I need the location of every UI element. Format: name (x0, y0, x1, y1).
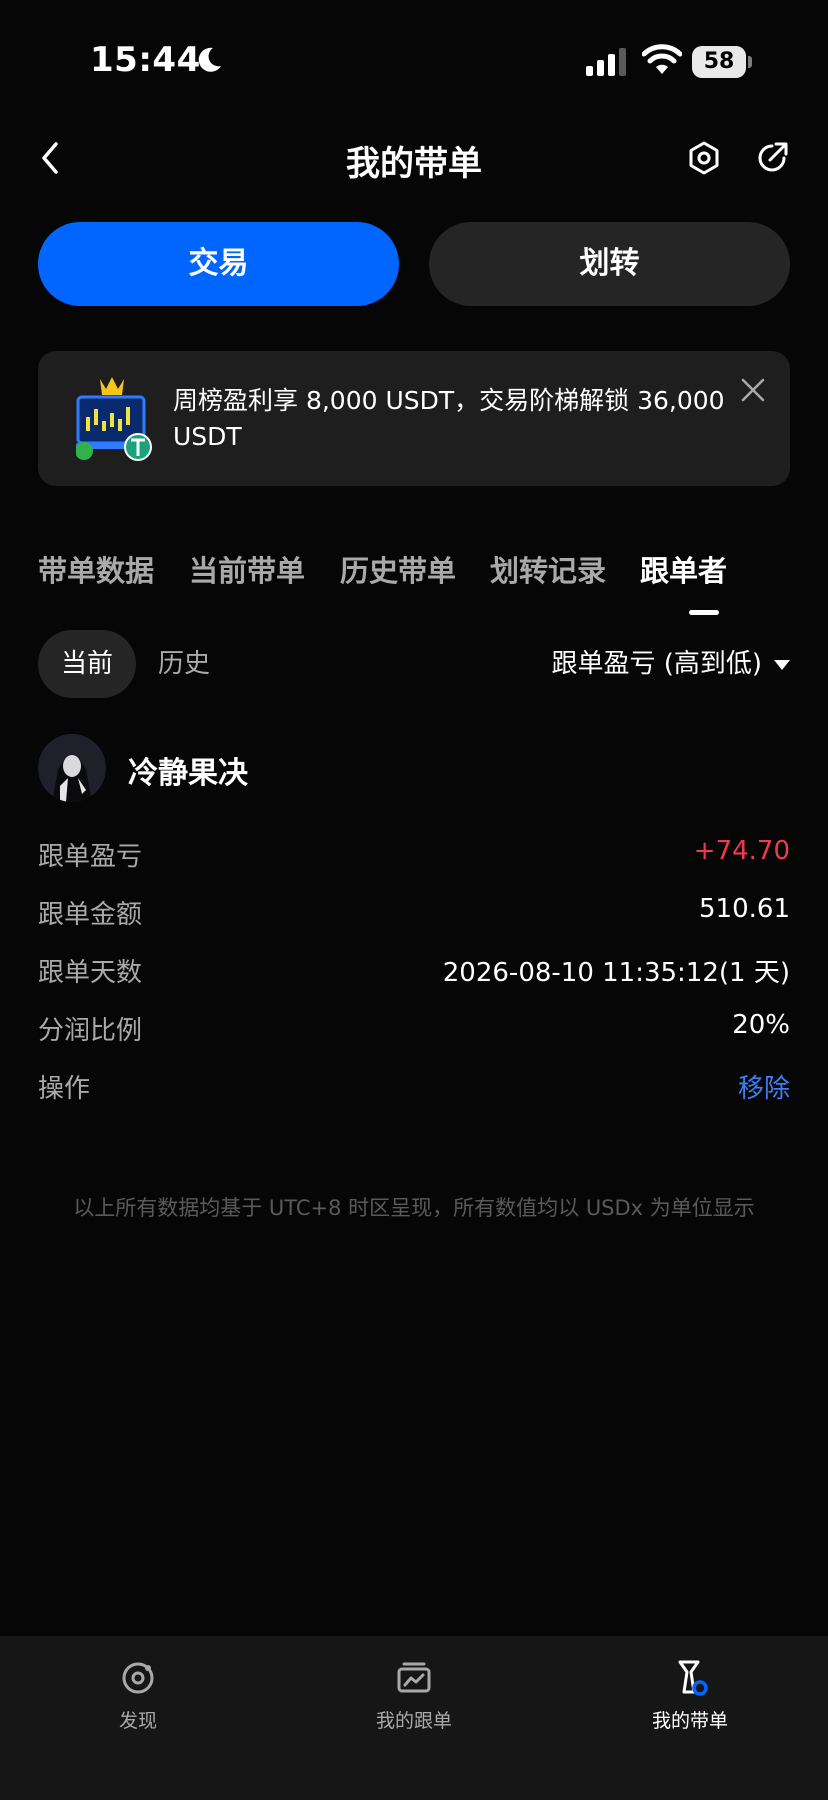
wifi-icon (642, 44, 682, 74)
nav-label: 我的跟单 (375, 1710, 452, 1732)
nav-label: 我的带单 (651, 1710, 728, 1732)
row-label: 跟单天数 (38, 958, 143, 988)
sort-label: 跟单盈亏 (高到低) (551, 649, 762, 679)
row-label: 分润比例 (38, 1016, 143, 1046)
tab-history-leading[interactable]: 历史带单 (340, 548, 456, 590)
tab-followers[interactable]: 跟单者 (640, 548, 727, 590)
copy-days-value: 2026-08-10 11:35:12(1 天) (442, 958, 790, 988)
action-buttons: 交易 划转 (38, 222, 790, 306)
settings-icon[interactable] (686, 140, 722, 176)
lead-trade-icon (678, 1660, 708, 1696)
filter-current[interactable]: 当前 (38, 630, 136, 698)
row-copy-days: 跟单天数 2026-08-10 11:35:12(1 天) (38, 952, 790, 992)
nav-my-lead-trades[interactable]: 我的带单 (610, 1658, 770, 1733)
banner-text: 周榜盈利享 8,000 USDT，交易阶梯解锁 36,000 USDT (173, 386, 725, 451)
share-icon[interactable] (754, 140, 790, 176)
battery-indicator: 58 (692, 46, 752, 78)
row-copy-amount: 跟单金额 510.61 (38, 894, 790, 934)
avatar (38, 734, 106, 802)
copy-pnl-value: +74.70 (693, 836, 790, 866)
follower-name: 冷静果决 (128, 756, 248, 791)
status-time: 15:44 (90, 40, 201, 80)
row-copy-pnl: 跟单盈亏 +74.70 (38, 836, 790, 876)
nav-label: 发现 (118, 1710, 157, 1732)
tab-current-leading[interactable]: 当前带单 (189, 548, 305, 590)
battery-level: 58 (692, 46, 746, 78)
row-label: 操作 (38, 1074, 91, 1104)
moon-icon (198, 47, 221, 72)
row-profit-share: 分润比例 20% (38, 1010, 790, 1050)
tab-leading-data[interactable]: 带单数据 (38, 548, 154, 590)
sort-dropdown[interactable]: 跟单盈亏 (高到低) (551, 630, 790, 698)
profit-share-value: 20% (732, 1010, 790, 1040)
timezone-footnote: 以上所有数据均基于 UTC+8 时区呈现，所有数值均以 USDx 为单位显示 (73, 1196, 755, 1220)
nav-header: 我的带单 (0, 120, 828, 198)
promo-banner[interactable]: 周榜盈利享 8,000 USDT，交易阶梯解锁 36,000 USDT (38, 351, 790, 486)
section-tabs: 带单数据 当前带单 历史带单 划转记录 跟单者 (38, 548, 790, 620)
follower-filters: 当前 历史 跟单盈亏 (高到低) (38, 630, 790, 698)
close-icon[interactable] (740, 377, 766, 403)
follower-header: 冷静果决 (38, 734, 790, 804)
nav-discover[interactable]: 发现 (58, 1658, 218, 1733)
bottom-nav: 发现 我的跟单 我的带单 (0, 1636, 828, 1800)
status-bar: 15:44 58 (0, 0, 828, 120)
row-label: 跟单盈亏 (38, 842, 143, 872)
filter-history[interactable]: 历史 (158, 630, 210, 698)
battery-tip (748, 56, 752, 68)
row-label: 跟单金额 (38, 900, 143, 930)
nav-my-copy-trades[interactable]: 我的跟单 (334, 1658, 494, 1733)
tab-transfer-records[interactable]: 划转记录 (490, 548, 606, 590)
transfer-button[interactable]: 划转 (429, 222, 790, 306)
discover-icon (122, 1662, 154, 1694)
cellular-signal-icon (586, 48, 626, 76)
leaderboard-trophy-icon (76, 377, 152, 461)
row-action: 操作 移除 (38, 1068, 790, 1108)
remove-follower-button[interactable]: 移除 (738, 1068, 790, 1105)
active-tab-indicator (689, 610, 719, 615)
caret-down-icon (774, 659, 790, 670)
copy-trade-icon (397, 1662, 431, 1693)
copy-amount-value: 510.61 (699, 894, 790, 924)
trade-button[interactable]: 交易 (38, 222, 399, 306)
